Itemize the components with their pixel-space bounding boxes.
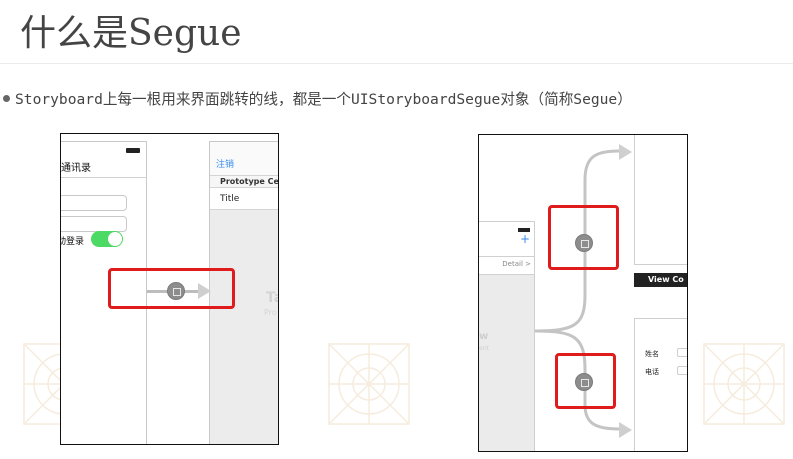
- auto-login-label: 动登录: [61, 237, 85, 247]
- slide-title: 什么是Segue: [20, 13, 242, 54]
- auto-login-switch[interactable]: [91, 231, 123, 247]
- segue-highlight-box: [108, 268, 235, 309]
- name-field[interactable]: [677, 348, 687, 357]
- table-nav-bar: 注销: [210, 142, 278, 176]
- view-controller-bar: View Co: [634, 273, 687, 287]
- watermark-pattern-icon: [703, 343, 785, 425]
- bullet-text: Storyboard上每一根用来界面跳转的线，都是一个UIStoryboardS…: [15, 91, 632, 108]
- phone-label: 电话: [645, 368, 659, 376]
- storyboard-screenshot-login: 通讯录 动登录 注销 Prototype Cell Title Ta Pro: [60, 133, 279, 445]
- account-field[interactable]: [61, 195, 127, 211]
- segue-highlight-box: [548, 205, 619, 270]
- watermark-pattern-icon: [328, 343, 410, 425]
- storyboard-screenshot-branching: + Detail > w ent View Co 姓名 电话: [478, 134, 688, 452]
- segue-arrow-icon: [619, 144, 632, 160]
- battery-icon: [126, 148, 140, 153]
- prototype-cells-header: Prototype Cell: [210, 176, 278, 188]
- password-field[interactable]: [61, 216, 127, 232]
- bottom-destination-scene[interactable]: 姓名 电话: [634, 318, 687, 451]
- segue-highlight-box: [555, 353, 616, 409]
- nav-title: 通讯录: [61, 163, 91, 174]
- segue-arrow-icon: [619, 422, 632, 438]
- phone-field[interactable]: [677, 366, 687, 375]
- logout-button[interactable]: 注销: [216, 157, 234, 170]
- top-destination-scene[interactable]: [634, 135, 687, 265]
- nav-divider: [61, 177, 146, 178]
- name-label: 姓名: [645, 350, 659, 358]
- switch-knob: [108, 232, 122, 246]
- title-divider: [0, 63, 793, 64]
- placeholder-text: Ta: [266, 290, 278, 306]
- table-cell-title[interactable]: Title: [210, 188, 278, 210]
- bullet-icon: [3, 95, 10, 102]
- placeholder-subtext: Pro: [264, 308, 277, 317]
